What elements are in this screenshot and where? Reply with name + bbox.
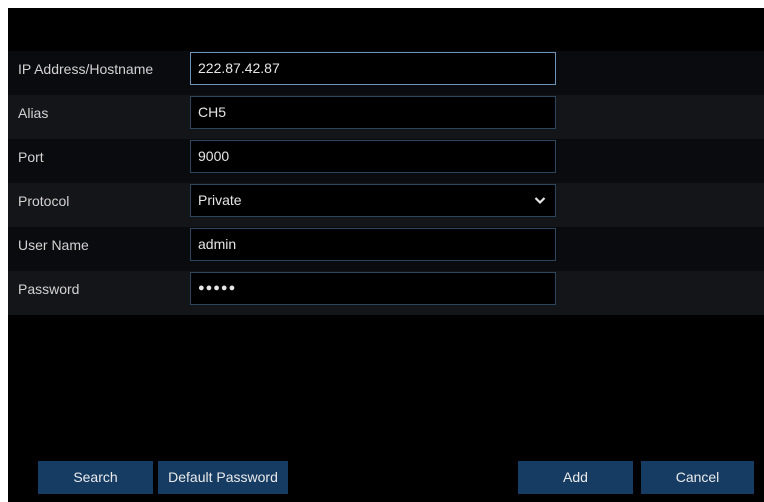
- cancel-button[interactable]: Cancel: [641, 461, 754, 494]
- row-alias: Alias CH5: [8, 95, 764, 139]
- search-button[interactable]: Search: [38, 461, 153, 494]
- camera-form: IP Address/Hostname 222.87.42.87 Alias C…: [8, 51, 764, 315]
- user-name-label: User Name: [18, 237, 89, 253]
- row-port: Port 9000: [8, 139, 764, 183]
- port-input[interactable]: 9000: [190, 140, 556, 173]
- add-camera-panel: IP Address/Hostname 222.87.42.87 Alias C…: [8, 8, 764, 502]
- protocol-label: Protocol: [18, 193, 70, 209]
- protocol-selected-value: Private: [198, 192, 242, 208]
- row-password: Password ●●●●●: [8, 271, 764, 315]
- password-label: Password: [18, 281, 80, 297]
- user-name-input[interactable]: admin: [190, 228, 556, 261]
- alias-input[interactable]: CH5: [190, 96, 556, 129]
- row-protocol: Protocol Private: [8, 183, 764, 227]
- password-input[interactable]: ●●●●●: [190, 272, 556, 305]
- ip-address-input[interactable]: 222.87.42.87: [190, 52, 556, 85]
- row-ip-address: IP Address/Hostname 222.87.42.87: [8, 51, 764, 95]
- add-button[interactable]: Add: [518, 461, 633, 494]
- port-label: Port: [18, 149, 44, 165]
- chevron-down-icon[interactable]: [534, 196, 546, 205]
- alias-label: Alias: [18, 105, 49, 121]
- row-user-name: User Name admin: [8, 227, 764, 271]
- ip-address-label: IP Address/Hostname: [18, 61, 154, 77]
- protocol-select[interactable]: Private: [190, 184, 556, 217]
- default-password-button[interactable]: Default Password: [158, 461, 288, 494]
